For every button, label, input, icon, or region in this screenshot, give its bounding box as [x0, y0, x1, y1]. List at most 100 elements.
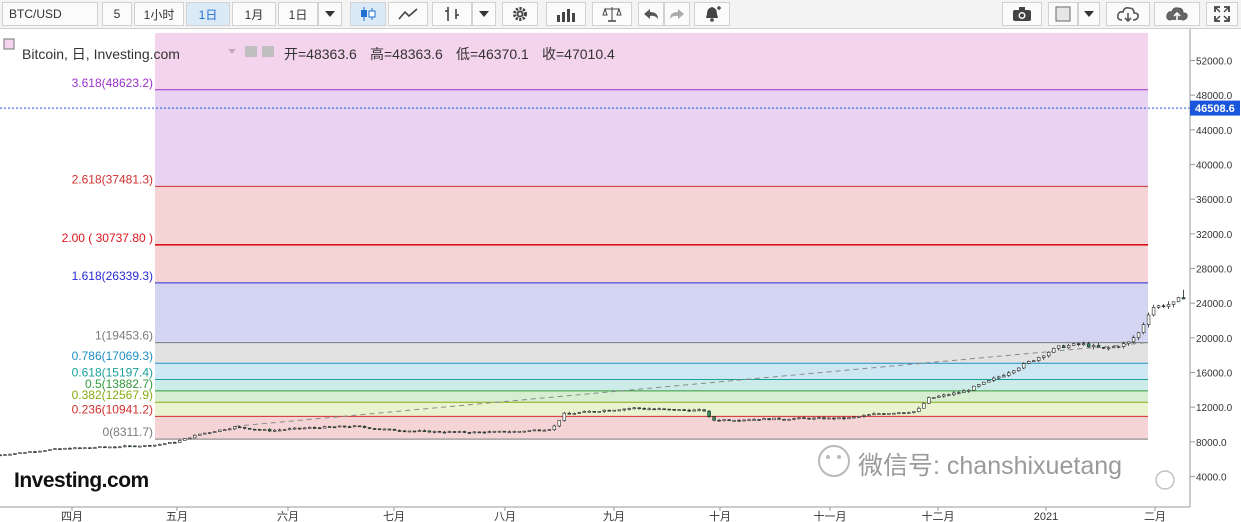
- candle-body: [218, 429, 222, 432]
- fib-zone: [155, 186, 1148, 283]
- candle-body: [28, 451, 32, 453]
- time-axis[interactable]: 四月 五月 六月 七月 八月 九月 十月 十一月 十二月 2021 二月: [0, 506, 1190, 522]
- candle-body: [402, 430, 407, 433]
- candle-body: [417, 430, 422, 433]
- candle-body: [857, 416, 861, 418]
- candle-body: [992, 377, 996, 381]
- candle-body: [567, 412, 571, 415]
- candle-body: [1032, 360, 1036, 362]
- candle-body: [1111, 346, 1116, 349]
- candle-body: [73, 447, 77, 450]
- candle-body: [602, 409, 606, 412]
- chevron-down-icon: [325, 11, 335, 17]
- undo-button[interactable]: [638, 2, 664, 26]
- investing-logo: Investing.com: [14, 469, 149, 492]
- bar-type-button[interactable]: [432, 2, 472, 26]
- color-picker-dropdown[interactable]: [1078, 2, 1100, 26]
- eye-icon[interactable]: [245, 46, 257, 57]
- candle-body: [63, 447, 67, 450]
- interval-count-input[interactable]: 5: [102, 2, 132, 26]
- interval-1d-button[interactable]: 1日: [186, 2, 230, 26]
- candle-body: [223, 429, 227, 431]
- wechat-icon-eye: [826, 455, 830, 459]
- candle-body: [58, 448, 62, 450]
- candle-body: [183, 438, 187, 441]
- interval-select[interactable]: 1日: [278, 2, 318, 26]
- interval-1h-button[interactable]: 1小时: [134, 2, 184, 26]
- candle-body: [1007, 372, 1011, 376]
- instrument-label: Bitcoin, 日, Investing.com: [22, 46, 180, 62]
- candle-body: [1022, 363, 1026, 369]
- candle-body: [1076, 343, 1081, 346]
- toolbar: BTC/USD 5 1小时 1日 1月 1日: [0, 0, 1241, 29]
- candle-body: [812, 417, 816, 420]
- interval-select-label: 1日: [288, 7, 308, 22]
- time-tick-label: 十月: [709, 509, 731, 522]
- load-chart-button[interactable]: [1106, 2, 1150, 26]
- candle-body: [292, 427, 297, 430]
- candle-body: [677, 409, 681, 411]
- color-picker-button[interactable]: [1048, 2, 1078, 26]
- time-tick-label: 六月: [277, 510, 299, 522]
- line-type-button[interactable]: [388, 2, 428, 26]
- candle-body: [158, 444, 162, 446]
- candle-body: [1101, 346, 1106, 349]
- candle-body: [53, 448, 57, 450]
- candle-body: [917, 407, 921, 412]
- snapshot-button[interactable]: [1002, 2, 1042, 26]
- wechat-icon-eye: [837, 455, 841, 459]
- candle-body: [1071, 343, 1076, 346]
- candle-body: [772, 417, 776, 421]
- candle-body: [767, 418, 771, 421]
- candle-body: [832, 417, 836, 420]
- candle-body: [233, 426, 237, 430]
- candle-body: [163, 443, 167, 445]
- alert-button[interactable]: [694, 2, 730, 26]
- candle-body: [307, 427, 312, 429]
- candle-body: [1181, 297, 1186, 300]
- candle-body: [867, 414, 871, 417]
- candle-body: [178, 440, 182, 443]
- candle-body: [407, 430, 412, 433]
- candle-body: [287, 428, 292, 431]
- interval-1m-button[interactable]: 1月: [232, 2, 276, 26]
- time-tick-label: 二月: [1144, 511, 1166, 522]
- price-chart[interactable]: 3.618(48623.2) 2.618(37481.3) 2.00 ( 30737…: [0, 29, 1241, 522]
- candle-body: [487, 431, 492, 433]
- fib-label: 1(19453.6): [95, 329, 153, 343]
- candle-body: [203, 432, 207, 435]
- candle-body: [153, 444, 157, 447]
- candle-body: [872, 413, 876, 416]
- interval-dropdown-button[interactable]: [318, 2, 342, 26]
- candlestick-type-button[interactable]: [350, 2, 386, 26]
- candle-body: [912, 411, 916, 413]
- close-label: 收=47010.4: [542, 46, 615, 62]
- candle-body: [238, 426, 242, 429]
- candle-body: [497, 430, 502, 433]
- redo-button[interactable]: [664, 2, 690, 26]
- candle-body: [732, 420, 736, 422]
- volume-bars-icon: [557, 9, 575, 22]
- compare-button[interactable]: [592, 2, 632, 26]
- indicators-button[interactable]: [546, 2, 586, 26]
- candle-body: [447, 431, 452, 433]
- candle-body: [837, 417, 841, 420]
- fullscreen-button[interactable]: [1206, 2, 1238, 26]
- candle-body: [907, 412, 911, 414]
- symbol-search-input[interactable]: BTC/USD: [2, 2, 98, 26]
- candle-body: [522, 430, 527, 433]
- settings-button[interactable]: [502, 2, 538, 26]
- candle-body: [817, 417, 821, 419]
- chart-type-dropdown-button[interactable]: [472, 2, 496, 26]
- candle-body: [277, 429, 282, 432]
- save-chart-button[interactable]: [1154, 2, 1200, 26]
- candle-body: [352, 425, 357, 428]
- candle-body: [972, 385, 976, 391]
- candle-body: [103, 446, 107, 449]
- candle-body: [747, 419, 751, 422]
- settings-icon[interactable]: [262, 46, 274, 57]
- collapse-toggle-icon[interactable]: [3, 38, 15, 50]
- candle-body: [947, 394, 951, 397]
- candle-body: [1017, 367, 1021, 372]
- candle-body: [847, 417, 851, 420]
